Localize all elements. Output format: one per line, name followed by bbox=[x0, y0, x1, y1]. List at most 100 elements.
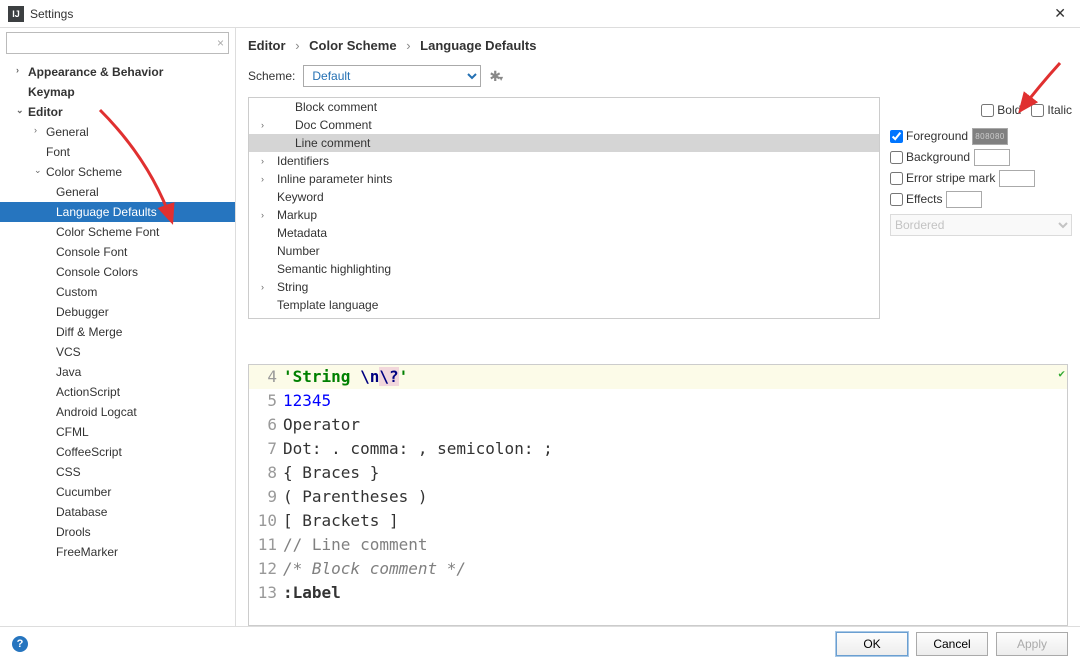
category-row[interactable]: Number bbox=[249, 242, 879, 260]
sidebar-item[interactable]: Java bbox=[0, 362, 235, 382]
preview-line: 512345 bbox=[249, 389, 1067, 413]
sidebar-item[interactable]: ›General bbox=[0, 122, 235, 142]
code-content: Operator bbox=[283, 413, 1067, 437]
category-row[interactable]: Keyword bbox=[249, 188, 879, 206]
category-row[interactable]: Semantic highlighting bbox=[249, 260, 879, 278]
effects-swatch[interactable] bbox=[946, 191, 982, 208]
code-preview[interactable]: ✔ 4'String \n\?'5123456Operator7Dot: . c… bbox=[248, 364, 1068, 627]
sidebar-item[interactable]: Console Font bbox=[0, 242, 235, 262]
effects-select[interactable]: Bordered bbox=[890, 214, 1072, 236]
category-row[interactable]: ›Identifiers bbox=[249, 152, 879, 170]
code-content: :Label bbox=[283, 581, 1067, 605]
code-content: ( Parentheses ) bbox=[283, 485, 1067, 509]
help-icon[interactable]: ? bbox=[12, 636, 28, 652]
preview-line: 12/* Block comment */ bbox=[249, 557, 1067, 581]
gear-icon[interactable]: ✱▾ bbox=[489, 68, 503, 85]
foreground-checkbox[interactable]: Foreground bbox=[890, 129, 968, 143]
right-panel: Editor › Color Scheme › Language Default… bbox=[236, 28, 1080, 626]
preview-line: 4'String \n\?' bbox=[249, 365, 1067, 389]
titlebar: IJ Settings ✕ bbox=[0, 0, 1080, 28]
category-row[interactable]: ›Inline parameter hints bbox=[249, 170, 879, 188]
sidebar-item-label: Console Font bbox=[56, 245, 127, 259]
background-checkbox[interactable]: Background bbox=[890, 150, 970, 164]
sidebar-item[interactable]: Database bbox=[0, 502, 235, 522]
sidebar-item[interactable]: Font bbox=[0, 142, 235, 162]
category-row[interactable]: Line comment bbox=[249, 134, 879, 152]
category-label: Doc Comment bbox=[295, 118, 372, 132]
foreground-swatch[interactable]: 808080 bbox=[972, 128, 1008, 145]
code-content: { Braces } bbox=[283, 461, 1067, 485]
line-number: 12 bbox=[249, 557, 283, 581]
scheme-select[interactable]: Default bbox=[303, 65, 481, 87]
left-panel: 🔍 × ›Appearance & BehaviorKeymap⌄Editor›… bbox=[0, 28, 236, 626]
preview-line: 11// Line comment bbox=[249, 533, 1067, 557]
sidebar-item[interactable]: ›Appearance & Behavior bbox=[0, 62, 235, 82]
scheme-label: Scheme: bbox=[248, 69, 295, 83]
sidebar-item[interactable]: FreeMarker bbox=[0, 542, 235, 562]
category-row[interactable]: ›Doc Comment bbox=[249, 116, 879, 134]
category-row[interactable]: Template language bbox=[249, 296, 879, 314]
sidebar-item-label: CFML bbox=[56, 425, 89, 439]
line-number: 8 bbox=[249, 461, 283, 485]
sidebar-item[interactable]: ⌄Editor bbox=[0, 102, 235, 122]
apply-button[interactable]: Apply bbox=[996, 632, 1068, 656]
stripe-checkbox[interactable]: Error stripe mark bbox=[890, 171, 995, 185]
sidebar-item-label: Color Scheme bbox=[46, 165, 122, 179]
code-content: Dot: . comma: , semicolon: ; bbox=[283, 437, 1067, 461]
sidebar-item-label: Editor bbox=[28, 105, 63, 119]
search-wrap: 🔍 × bbox=[6, 32, 229, 54]
background-swatch[interactable] bbox=[974, 149, 1010, 166]
breadcrumb-b[interactable]: Color Scheme bbox=[309, 38, 396, 53]
code-content: 12345 bbox=[283, 389, 1067, 413]
sidebar-item-label: VCS bbox=[56, 345, 81, 359]
line-number: 4 bbox=[249, 365, 283, 389]
sidebar-item[interactable]: Cucumber bbox=[0, 482, 235, 502]
category-list[interactable]: Block comment ›Doc CommentLine comment›Id… bbox=[248, 97, 880, 319]
sidebar-item[interactable]: Custom bbox=[0, 282, 235, 302]
sidebar-item[interactable]: VCS bbox=[0, 342, 235, 362]
sidebar-item-label: Java bbox=[56, 365, 81, 379]
sidebar-item[interactable]: Keymap bbox=[0, 82, 235, 102]
sidebar-item-label: Drools bbox=[56, 525, 91, 539]
preview-line: 9( Parentheses ) bbox=[249, 485, 1067, 509]
sidebar-item-label: FreeMarker bbox=[56, 545, 118, 559]
cancel-button[interactable]: Cancel bbox=[916, 632, 988, 656]
sidebar-item[interactable]: CFML bbox=[0, 422, 235, 442]
category-row[interactable]: ›String bbox=[249, 278, 879, 296]
category-row[interactable]: Metadata bbox=[249, 224, 879, 242]
sidebar-item[interactable]: ActionScript bbox=[0, 382, 235, 402]
bold-checkbox[interactable]: Bold bbox=[981, 103, 1021, 117]
sidebar-item[interactable]: ⌄Color Scheme bbox=[0, 162, 235, 182]
sidebar-item[interactable]: General bbox=[0, 182, 235, 202]
sidebar-item[interactable]: Console Colors bbox=[0, 262, 235, 282]
ok-button[interactable]: OK bbox=[836, 632, 908, 656]
sidebar-item[interactable]: Color Scheme Font bbox=[0, 222, 235, 242]
settings-tree[interactable]: ›Appearance & BehaviorKeymap⌄Editor›Gene… bbox=[0, 58, 235, 626]
category-label: Identifiers bbox=[277, 154, 329, 168]
italic-checkbox[interactable]: Italic bbox=[1031, 103, 1072, 117]
code-content: /* Block comment */ bbox=[283, 557, 1067, 581]
breadcrumb-a[interactable]: Editor bbox=[248, 38, 286, 53]
sidebar-item-label: Language Defaults bbox=[56, 205, 157, 219]
preview-line: 13:Label bbox=[249, 581, 1067, 605]
footer: ? OK Cancel Apply bbox=[0, 626, 1080, 660]
clear-icon[interactable]: × bbox=[217, 36, 224, 50]
sidebar-item[interactable]: Drools bbox=[0, 522, 235, 542]
effects-checkbox[interactable]: Effects bbox=[890, 192, 942, 206]
sidebar-item[interactable]: CSS bbox=[0, 462, 235, 482]
sidebar-item[interactable]: Debugger bbox=[0, 302, 235, 322]
stripe-swatch[interactable] bbox=[999, 170, 1035, 187]
close-icon[interactable]: ✕ bbox=[1048, 5, 1072, 22]
sidebar-item-label: ActionScript bbox=[56, 385, 120, 399]
category-row[interactable]: Block comment bbox=[249, 98, 879, 116]
sidebar-item-label: Color Scheme Font bbox=[56, 225, 159, 239]
sidebar-item[interactable]: Android Logcat bbox=[0, 402, 235, 422]
category-label: Block comment bbox=[295, 100, 377, 114]
search-input[interactable] bbox=[6, 32, 229, 54]
category-row[interactable]: ›Markup bbox=[249, 206, 879, 224]
sidebar-item[interactable]: CoffeeScript bbox=[0, 442, 235, 462]
code-content: 'String \n\?' bbox=[283, 365, 1067, 389]
sidebar-item[interactable]: Diff & Merge bbox=[0, 322, 235, 342]
sidebar-item-label: General bbox=[46, 125, 89, 139]
sidebar-item[interactable]: Language Defaults bbox=[0, 202, 235, 222]
